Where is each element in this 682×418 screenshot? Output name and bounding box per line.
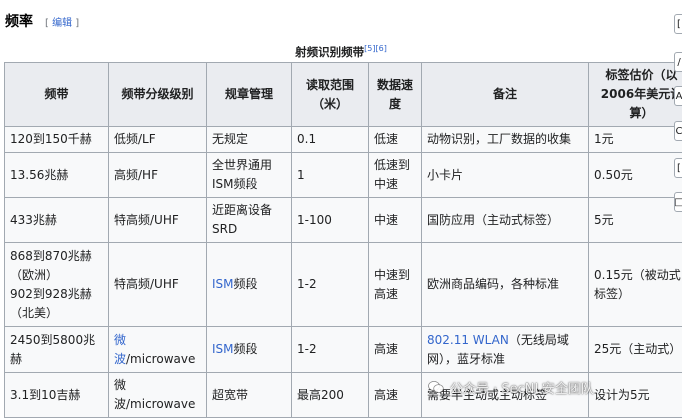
cell-level: 微波/microwave xyxy=(108,326,207,373)
caption-references[interactable]: [5][6] xyxy=(364,44,387,53)
cell-regulation: ISM频段 xyxy=(206,326,292,373)
table-row: 433兆赫 特高频/UHF 近距离设备SRD 1-100 中速 国防应用（主动式… xyxy=(4,197,682,243)
cell-regulation: 无规定 xyxy=(206,126,292,153)
cell-band: 433兆赫 xyxy=(4,197,109,243)
ism-link[interactable]: ISM xyxy=(212,277,234,291)
cell-level: 特高频/UHF xyxy=(108,242,207,327)
section-heading: 频率 [ 编辑 ] xyxy=(5,11,79,31)
watermark: 公众号 · SecNL安全团队 xyxy=(428,376,682,398)
wlan-link[interactable]: 802.11 WLAN xyxy=(427,333,509,347)
side-toolbar-button[interactable]: C xyxy=(674,121,682,141)
cell-note: 小卡片 xyxy=(421,152,589,198)
cell-level: 特高频/UHF xyxy=(108,197,207,243)
cell-band: 120到150千赫 xyxy=(4,126,109,153)
table-row: 120到150千赫 低频/LF 无规定 0.1 低速 动物识别，工厂数据的收集 … xyxy=(4,126,682,153)
cell-regulation: 近距离设备SRD xyxy=(206,197,292,243)
wechat-icon xyxy=(428,381,444,394)
header-speed[interactable]: 数据速度 xyxy=(368,62,422,127)
table-row: 868到870兆赫（欧洲） 902到928兆赫（北美） 特高频/UHF ISM频段… xyxy=(4,242,682,327)
cell-level: 高频/HF xyxy=(108,152,207,198)
cell-band-north-america: 902到928兆赫（北美） xyxy=(10,286,92,320)
cell-band: 2450到5800兆赫 xyxy=(4,326,109,373)
cell-note: 802.11 WLAN（无线局域网），蓝牙标准 xyxy=(421,326,589,373)
side-toolbar-button[interactable]: □ xyxy=(674,192,682,212)
watermark-text: 公众号 · SecNL安全团队 xyxy=(450,381,594,397)
ism-link[interactable]: ISM xyxy=(212,342,234,356)
cell-range: 0.1 xyxy=(291,126,369,153)
section-title: 频率 xyxy=(5,14,33,30)
cell-band-europe: 868到870兆赫（欧洲） xyxy=(10,248,92,282)
cell-speed: 中速到高速 xyxy=(368,242,422,327)
table-caption: 射频识别频带[5][6] xyxy=(0,44,682,60)
cell-price: 5元 xyxy=(588,197,682,243)
cell-regulation: 超宽带 xyxy=(206,372,292,418)
cell-note: 欧洲商品编码，各种标准 xyxy=(421,242,589,327)
edit-link-label[interactable]: 编辑 xyxy=(52,18,72,29)
cell-range: 1 xyxy=(291,152,369,198)
side-toolbar-button[interactable]: A xyxy=(674,86,682,106)
table-row: 13.56兆赫 高频/HF 全世界通用ISM频段 1 低速到中速 小卡片 0.5… xyxy=(4,152,682,198)
cell-level: 微波/microwave xyxy=(108,372,207,418)
cell-note: 国防应用（主动式标签） xyxy=(421,197,589,243)
side-toolbar-button[interactable]: [ xyxy=(674,158,682,178)
cell-price: 25元（主动式） xyxy=(588,326,682,373)
cell-range: 1-2 xyxy=(291,326,369,373)
cell-speed: 低速 xyxy=(368,126,422,153)
table-caption-text: 射频识别频带 xyxy=(295,45,365,59)
cell-regulation: ISM频段 xyxy=(206,242,292,327)
cell-note: 动物识别，工厂数据的收集 xyxy=(421,126,589,153)
microwave-link[interactable]: 微波 xyxy=(114,333,126,366)
cell-level-rest: /microwave xyxy=(126,351,196,366)
header-level[interactable]: 频带分级级别 xyxy=(108,62,207,127)
cell-band: 13.56兆赫 xyxy=(4,152,109,198)
cell-regulation: 全世界通用ISM频段 xyxy=(206,152,292,198)
cell-price: 1元 xyxy=(588,126,682,153)
cell-speed: 高速 xyxy=(368,326,422,373)
cell-regulation-rest: 频段 xyxy=(233,342,258,356)
cell-range: 最高200 xyxy=(291,372,369,418)
cell-range: 1-2 xyxy=(291,242,369,327)
cell-level: 低频/LF xyxy=(108,126,207,153)
header-range[interactable]: 读取范围（米） xyxy=(291,62,369,127)
header-band[interactable]: 频带 xyxy=(4,62,109,127)
cell-speed: 中速 xyxy=(368,197,422,243)
cell-speed: 低速到中速 xyxy=(368,152,422,198)
side-toolbar-button[interactable]: [ xyxy=(674,14,682,34)
side-toolbar-button[interactable]: / xyxy=(674,52,682,72)
header-regulation[interactable]: 规章管理 xyxy=(206,62,292,127)
cell-range: 1-100 xyxy=(291,197,369,243)
header-price[interactable]: 标签估价（以2006年美元计算） xyxy=(588,62,682,127)
cell-band: 3.1到10吉赫 xyxy=(4,372,109,418)
table-row: 2450到5800兆赫 微波/microwave ISM频段 1-2 高速 80… xyxy=(4,326,682,373)
header-note[interactable]: 备注 xyxy=(421,62,589,127)
cell-regulation-rest: 频段 xyxy=(233,277,258,291)
table-header-row: 频带 频带分级级别 规章管理 读取范围（米） 数据速度 备注 标签估价（以200… xyxy=(4,62,682,127)
cell-speed: 高速 xyxy=(368,372,422,418)
cell-band: 868到870兆赫（欧洲） 902到928兆赫（北美） xyxy=(4,242,109,327)
rfid-frequency-table: 频带 频带分级级别 规章管理 读取范围（米） 数据速度 备注 标签估价（以200… xyxy=(4,62,682,418)
cell-price: 0.15元（被动式标签） xyxy=(588,242,682,327)
cell-price: 0.50元 xyxy=(588,152,682,198)
edit-link[interactable]: [ 编辑 ] xyxy=(45,14,79,29)
